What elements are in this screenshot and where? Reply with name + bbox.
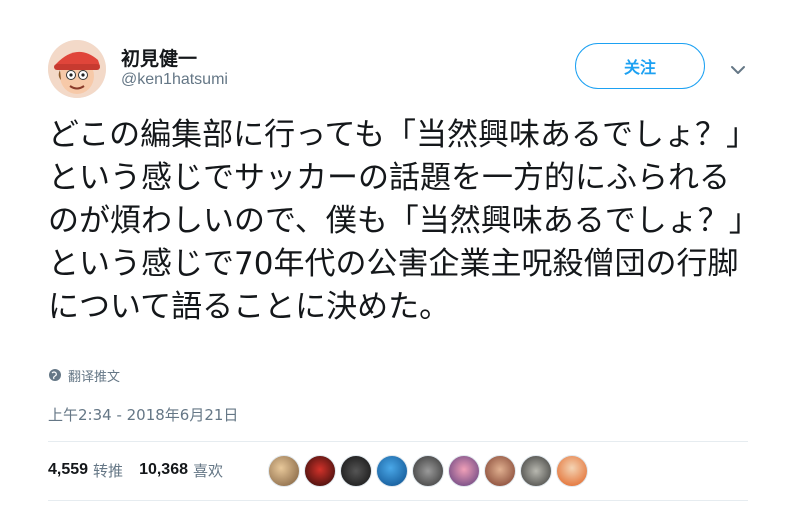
avatar[interactable]: [48, 40, 106, 98]
liker-avatar[interactable]: [304, 455, 336, 487]
more-options-button[interactable]: [729, 61, 747, 74]
avatar-cartoon-icon: [48, 40, 106, 98]
liker-avatar[interactable]: [448, 455, 480, 487]
globe-icon: [49, 369, 61, 381]
display-name[interactable]: 初見健一: [121, 44, 197, 71]
retweets-label: 转推: [93, 461, 124, 480]
likes-stat[interactable]: 10,368 喜欢: [139, 460, 223, 481]
retweets-count: 4,559: [48, 461, 89, 478]
liker-avatar[interactable]: [412, 455, 444, 487]
divider: [48, 500, 748, 501]
liker-avatar[interactable]: [268, 455, 300, 487]
tweet-stats: 4,559 转推 10,368 喜欢: [48, 458, 239, 482]
liker-avatar[interactable]: [556, 455, 588, 487]
liker-avatar[interactable]: [376, 455, 408, 487]
translate-tweet-link[interactable]: 翻译推文: [48, 365, 120, 385]
liker-avatar[interactable]: [520, 455, 552, 487]
liker-avatar[interactable]: [340, 455, 372, 487]
liker-avatars: [268, 455, 592, 487]
likes-count: 10,368: [139, 461, 188, 478]
liker-avatar[interactable]: [484, 455, 516, 487]
tweet-text: どこの編集部に行っても「当然興味あるでしょ？」という感じでサッカーの話題を一方的…: [48, 117, 745, 325]
chevron-down-icon: [731, 66, 745, 74]
follow-button[interactable]: 关注: [575, 43, 705, 89]
user-handle[interactable]: @ken1hatsumi: [121, 71, 228, 89]
tweet-timestamp[interactable]: 上午2:34 - 2018年6月21日: [48, 404, 238, 425]
retweets-stat[interactable]: 4,559 转推: [48, 460, 123, 481]
likes-label: 喜欢: [193, 461, 224, 480]
translate-label: 翻译推文: [68, 369, 121, 385]
divider: [48, 441, 748, 442]
